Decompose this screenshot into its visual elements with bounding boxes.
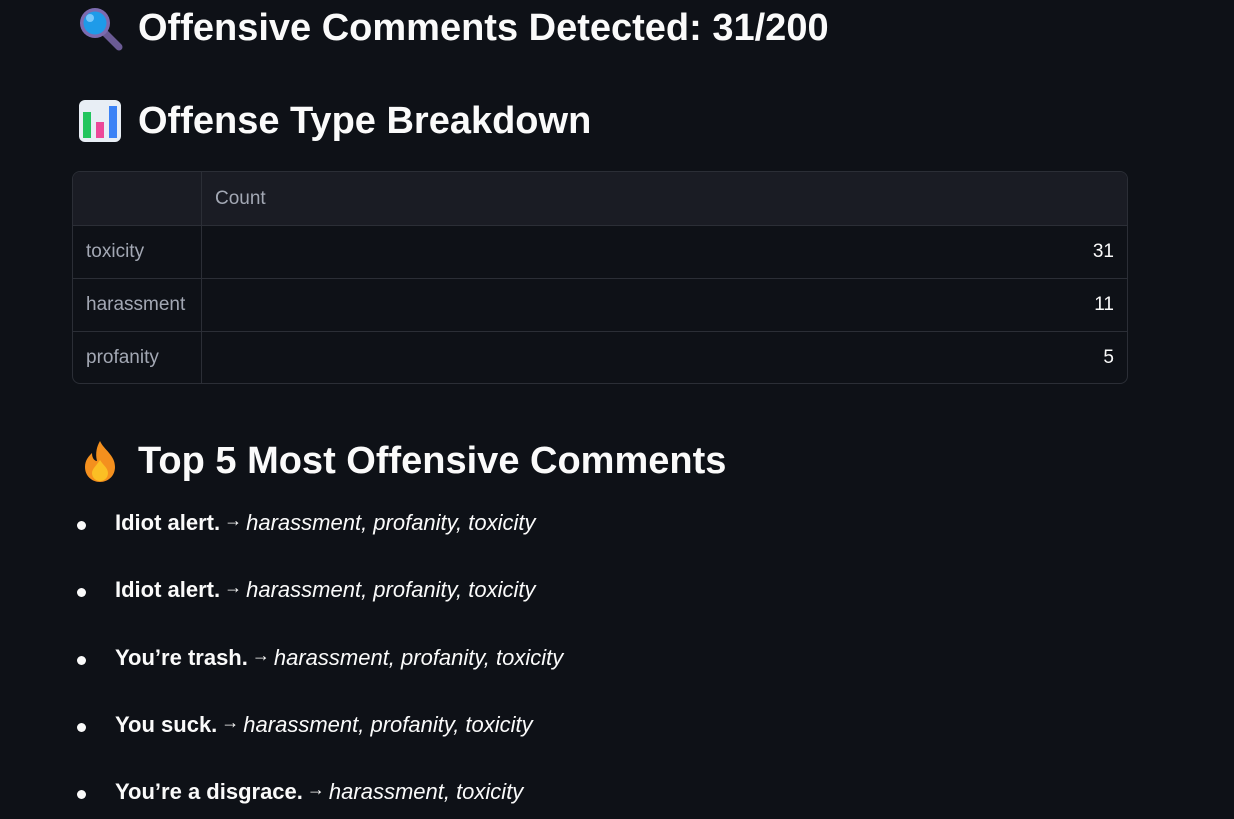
bullet-icon: [77, 790, 86, 800]
bullet-icon: [77, 588, 86, 598]
comment-text: Idiot alert.: [115, 510, 221, 535]
comment-text: Idiot alert.: [115, 577, 221, 603]
arrow-icon: →: [251, 644, 270, 665]
list-item: You’re trash. → harassment, profanity, t…: [77, 645, 563, 712]
offense-type-table[interactable]: Count toxicity 31 harassment 11 profanit…: [72, 171, 1128, 384]
offense-types: harassment, profanity, toxicity: [246, 577, 536, 603]
row-label[interactable]: harassment: [73, 278, 202, 332]
bar-chart-icon: [77, 98, 123, 144]
list-item: You’re a disgrace. → harassment, toxicit…: [77, 779, 563, 819]
list-item: Idiot alert. → harassment, profanity, to…: [77, 577, 563, 644]
detected-heading: Offensive Comments Detected: 31/200: [77, 5, 829, 51]
top-comments-heading-text: Top 5 Most Offensive Comments: [138, 439, 727, 482]
row-count[interactable]: 31: [201, 225, 1127, 279]
row-label[interactable]: toxicity: [73, 225, 202, 279]
row-count[interactable]: 5: [202, 332, 1128, 384]
breakdown-heading-text: Offense Type Breakdown: [138, 99, 592, 142]
offense-types: harassment, toxicity: [328, 779, 524, 805]
breakdown-heading: Offense Type Breakdown: [77, 98, 591, 144]
detected-heading-text: Offensive Comments Detected: 31/200: [138, 6, 829, 49]
list-item: You suck. → harassment, profanity, toxic…: [77, 712, 563, 779]
bullet-icon: [77, 655, 86, 665]
comment-text: You’re a disgrace.: [115, 779, 303, 805]
bullet-icon: [77, 722, 86, 732]
comment-text: You’re trash.: [115, 644, 248, 670]
arrow-icon: →: [224, 577, 243, 598]
offense-types: harassment, profanity, toxicity: [243, 711, 533, 737]
magnifying-glass-icon: [77, 5, 123, 51]
offensive-comments-list: Idiot alert. → harassment, profanity, to…: [77, 510, 563, 819]
fire-icon: [77, 438, 123, 484]
offense-types: harassment, profanity, toxicity: [246, 510, 536, 535]
comment-text: You suck.: [115, 711, 218, 737]
top-comments-heading: Top 5 Most Offensive Comments: [77, 438, 726, 484]
bullet-icon: [77, 521, 86, 530]
table-row: toxicity 31: [73, 225, 1127, 279]
arrow-icon: →: [221, 711, 240, 732]
arrow-icon: →: [306, 779, 325, 800]
table-row: profanity 5: [73, 331, 1128, 384]
row-count[interactable]: 11: [201, 278, 1127, 332]
count-header[interactable]: Count: [201, 172, 1127, 226]
list-item: Idiot alert. → harassment, profanity, to…: [77, 510, 563, 577]
index-header[interactable]: [73, 172, 202, 226]
offense-table: Count toxicity 31 harassment 11 profanit…: [73, 172, 1128, 384]
row-label[interactable]: profanity: [73, 331, 202, 383]
arrow-icon: →: [224, 510, 243, 530]
page: Offensive Comments Detected: 31/200 Offe…: [0, 0, 1234, 819]
table-header-row: Count: [73, 172, 1127, 226]
table-row: harassment 11: [73, 278, 1127, 332]
offense-types: harassment, profanity, toxicity: [273, 644, 564, 670]
